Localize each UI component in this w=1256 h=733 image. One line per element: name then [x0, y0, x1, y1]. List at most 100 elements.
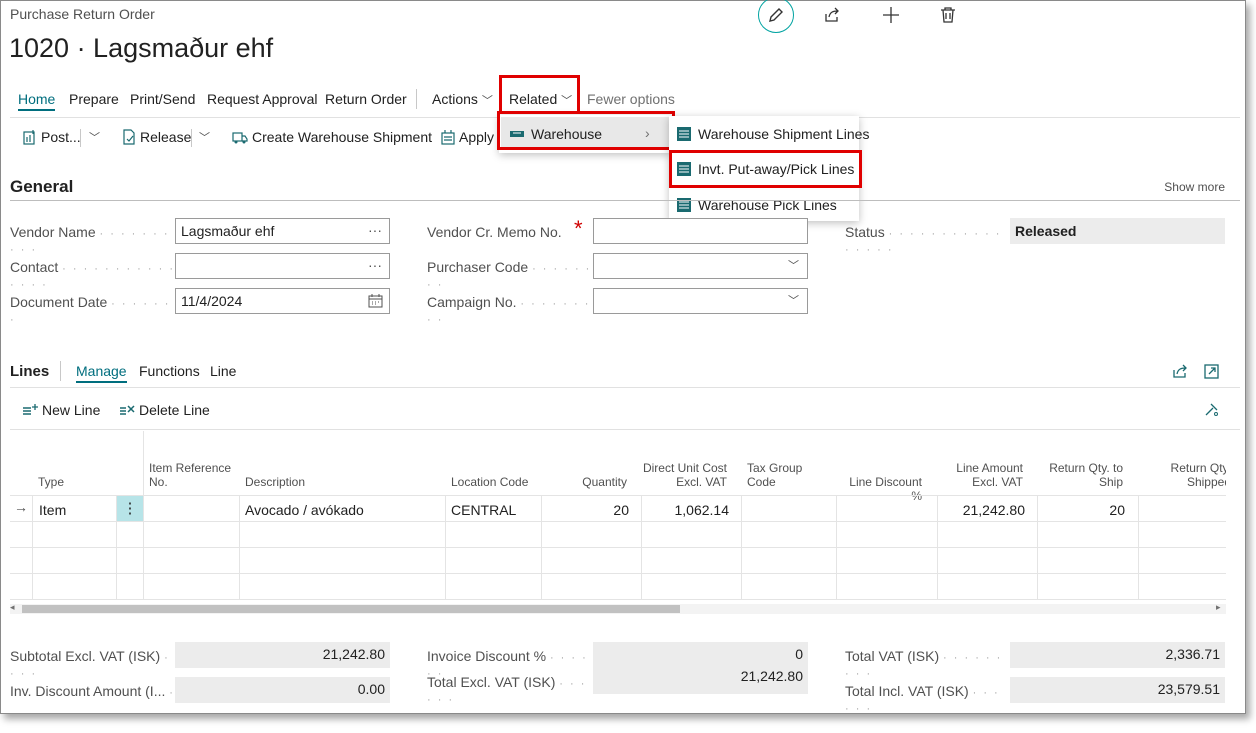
document-date-value: 11/4/2024 [181, 293, 243, 309]
divider [10, 429, 1240, 430]
scroll-right-icon[interactable]: ▸ [1216, 602, 1221, 613]
new-line-button[interactable]: New Line [22, 402, 100, 418]
col-quantity[interactable]: Quantity [541, 475, 627, 489]
tab-request-approval[interactable]: Request Approval [207, 91, 318, 107]
plus-icon [883, 7, 899, 23]
divider [80, 129, 81, 147]
create-warehouse-shipment-button[interactable]: Create Warehouse Shipment [232, 129, 432, 145]
col-line-discount[interactable]: Line Discount % [837, 475, 922, 503]
lines-tab-functions[interactable]: Functions [139, 363, 200, 379]
vendor-name-field[interactable]: Lagsmaður ehf ··· [175, 218, 390, 244]
row-arrow-icon: → [14, 499, 28, 515]
scroll-left-icon[interactable]: ◂ [10, 602, 15, 613]
tab-actions[interactable]: Actions ﹀ [432, 91, 493, 108]
total-excl-vat-label-text: Total Excl. VAT (ISK) [427, 674, 556, 690]
grid-line [836, 495, 837, 599]
total-vat-label: Total VAT (ISK) · · · · · · · · · [845, 648, 1003, 680]
col-return-qty-shipped[interactable]: Return Qty. Shipped [1139, 461, 1226, 489]
document-date-field[interactable]: 11/4/2024 [175, 288, 390, 314]
lines-icon [677, 127, 691, 141]
divider [10, 200, 1240, 201]
subtotal-label: Subtotal Excl. VAT (ISK) · · · · [10, 648, 170, 680]
lookup-icon[interactable]: ··· [368, 222, 382, 238]
campaign-no-select[interactable]: ﹀ [593, 288, 808, 314]
personalize-icon[interactable] [1204, 402, 1219, 417]
chevron-down-icon: ﹀ [89, 132, 100, 144]
tab-return-order[interactable]: Return Order [325, 91, 407, 107]
col-return-qty-to-ship[interactable]: Return Qty. to Ship [1037, 461, 1123, 489]
release-dropdown[interactable]: ﹀ [199, 129, 210, 145]
chevron-down-icon: ﹀ [788, 260, 799, 272]
vendor-name-value: Lagsmaður ehf [181, 223, 275, 239]
tab-home[interactable]: Home [18, 91, 56, 111]
col-item-reference[interactable]: Item Reference No. [149, 461, 239, 489]
divider [10, 387, 1240, 388]
apply-button[interactable]: Apply [441, 129, 494, 145]
tab-print-send[interactable]: Print/Send [130, 91, 195, 107]
apply-label: Apply [459, 129, 495, 145]
row-menu-button[interactable]: ⋮ [117, 496, 143, 521]
purchaser-code-label-text: Purchaser Code [427, 259, 529, 275]
tab-actions-label: Actions [432, 91, 478, 107]
vendor-cr-memo-label-text: Vendor Cr. Memo No. [427, 224, 562, 240]
release-icon [123, 129, 135, 145]
menu-item-warehouse-shipment-lines[interactable]: Warehouse Shipment Lines [677, 126, 869, 142]
col-type[interactable]: Type [38, 475, 64, 489]
new-button[interactable] [875, 1, 907, 29]
scrollbar-thumb[interactable] [22, 605, 680, 613]
cell-return-qty[interactable]: 20 [1037, 502, 1125, 518]
share-icon[interactable] [1172, 364, 1188, 379]
new-line-icon [23, 404, 38, 415]
document-date-label: Document Date · · · · · · · [10, 294, 171, 326]
apply-icon [441, 130, 455, 145]
expand-icon[interactable] [1204, 364, 1219, 379]
post-icon [23, 130, 35, 145]
chevron-down-icon: ﹀ [481, 95, 493, 107]
pencil-icon [769, 8, 783, 22]
delete-line-button[interactable]: Delete Line [119, 402, 210, 418]
col-location-code[interactable]: Location Code [451, 475, 528, 489]
lines-tab-manage[interactable]: Manage [76, 363, 127, 383]
grid-line [10, 547, 1226, 548]
grid-line [1138, 495, 1139, 599]
lookup-icon[interactable]: ··· [368, 257, 382, 273]
warehouse-shipment-icon [232, 132, 248, 144]
show-more-link[interactable]: Show more [1164, 180, 1225, 194]
invoice-discount-pct-label-text: Invoice Discount % [427, 648, 547, 664]
tab-fewer-options[interactable]: Fewer options [587, 91, 675, 107]
total-excl-vat-label: Total Excl. VAT (ISK) · · · · · · [427, 674, 587, 706]
calendar-icon[interactable] [368, 294, 383, 308]
col-tax-group[interactable]: Tax Group Code [747, 461, 807, 489]
grid-line [32, 495, 33, 599]
post-dropdown[interactable]: ﹀ [89, 129, 100, 145]
tab-prepare[interactable]: Prepare [69, 91, 119, 107]
purchaser-code-select[interactable]: ﹀ [593, 253, 808, 279]
subtotal-value: 21,242.80 [175, 642, 390, 668]
contact-field[interactable]: ··· [175, 253, 390, 279]
inv-discount-amount-value: 0.00 [175, 677, 390, 703]
lines-tab-line[interactable]: Line [210, 363, 236, 379]
col-direct-unit-cost[interactable]: Direct Unit Cost Excl. VAT [641, 461, 727, 489]
share-button[interactable] [816, 1, 848, 29]
cell-type[interactable]: Item [39, 502, 66, 518]
campaign-no-label: Campaign No. · · · · · · · · · [427, 294, 591, 326]
required-indicator: * [574, 216, 583, 241]
cell-location[interactable]: CENTRAL [451, 502, 516, 518]
post-button[interactable]: Post... [23, 129, 81, 145]
col-description[interactable]: Description [245, 475, 305, 489]
grid-line [741, 495, 742, 599]
edit-button[interactable] [758, 0, 794, 33]
total-incl-vat-label-text: Total Incl. VAT (ISK) [845, 683, 969, 699]
cell-line-amount[interactable]: 21,242.80 [937, 502, 1025, 518]
document-date-label-text: Document Date [10, 294, 108, 310]
release-button[interactable]: Release [122, 129, 191, 145]
delete-button[interactable] [932, 1, 964, 29]
grid-line [143, 431, 144, 599]
cell-quantity[interactable]: 20 [541, 502, 629, 518]
total-vat-label-text: Total VAT (ISK) [845, 648, 940, 664]
vendor-cr-memo-field[interactable] [593, 218, 808, 244]
cell-description[interactable]: Avocado / avókado [245, 502, 364, 518]
col-line-amount[interactable]: Line Amount Excl. VAT [937, 461, 1023, 489]
cell-unit-cost[interactable]: 1,062.14 [641, 502, 730, 518]
delete-line-label: Delete Line [139, 402, 210, 418]
